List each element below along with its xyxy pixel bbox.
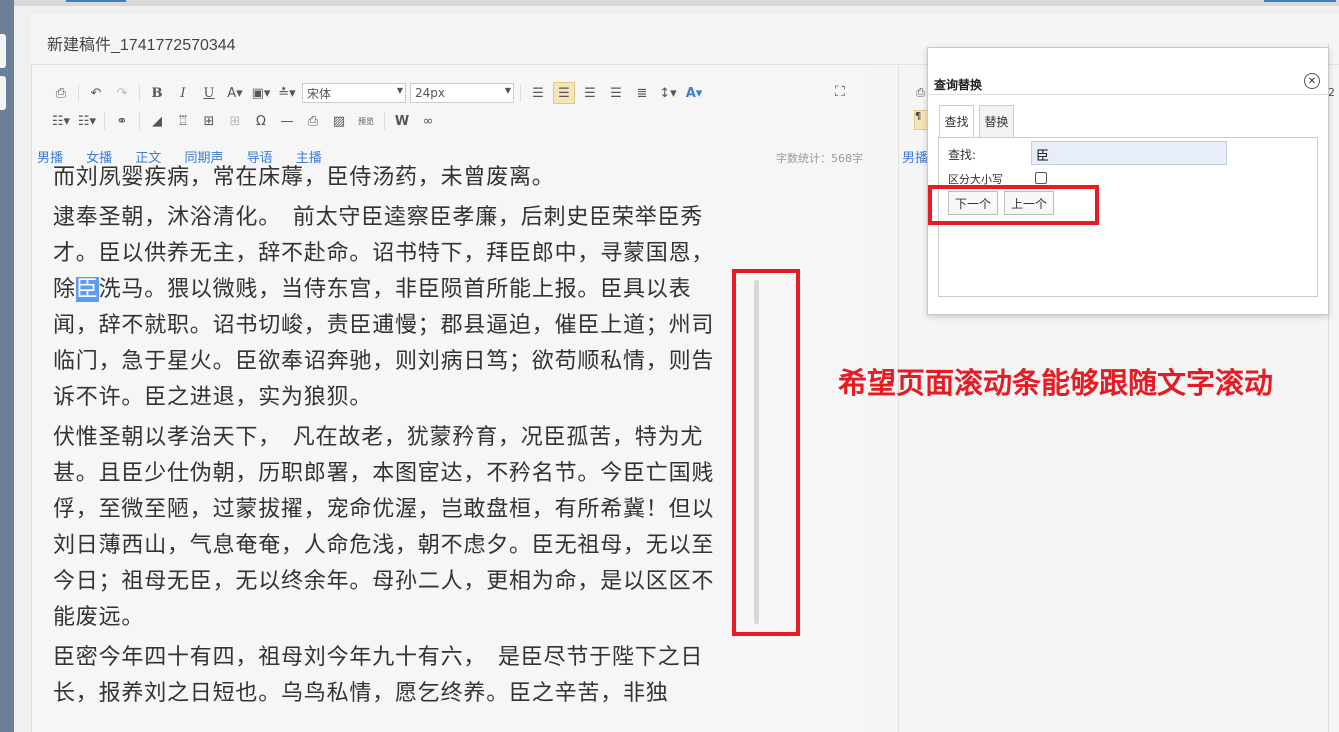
font-size-select[interactable]: 24px ▼: [410, 83, 514, 103]
font-family-value: 宋体: [307, 86, 332, 101]
annotation-frame-scrollbar: [732, 269, 800, 636]
justify-icon[interactable]: ≣: [631, 82, 653, 104]
font-family-select[interactable]: 宋体 ▼: [302, 83, 406, 103]
left-rail: [0, 0, 14, 732]
dialog-divider: [928, 94, 1328, 95]
line-height-icon[interactable]: ≛▾: [276, 82, 298, 104]
top-button-edge[interactable]: [66, 0, 126, 2]
paragraph: 而刘夙婴疾病，常在床蓐，臣侍汤药，未曾废离。: [53, 165, 555, 190]
table-icon[interactable]: ⊞: [198, 110, 220, 132]
rail-button[interactable]: [0, 76, 6, 110]
paragraph: 伏惟圣朝以孝治天下， 凡在故老，犹蒙矜育，况臣孤苦，特为尤甚。且臣少仕伪朝，历职…: [53, 425, 715, 630]
italic-icon[interactable]: I: [172, 82, 194, 104]
fullscreen-icon[interactable]: ⛶: [835, 84, 845, 100]
chevron-down-icon: ▼: [396, 86, 403, 95]
chevron-down-icon: ▼: [504, 86, 511, 95]
format-painter-icon[interactable]: ♖: [172, 110, 194, 132]
image-icon[interactable]: ▨: [328, 110, 350, 132]
font-size-value: 24px: [415, 86, 445, 100]
toolbar-separator: [139, 112, 140, 130]
unordered-list-icon[interactable]: ☷▾: [76, 110, 98, 132]
toolbar-separator: [520, 84, 521, 102]
toolbar-separator: [139, 84, 140, 102]
dialog-title: 查询替换: [934, 78, 983, 92]
find-input[interactable]: 臣: [1031, 141, 1227, 165]
rail-button[interactable]: [0, 34, 6, 68]
align-left-active-icon[interactable]: ☰: [553, 82, 575, 104]
binoculars-icon[interactable]: ∞: [417, 110, 439, 132]
tab-find[interactable]: 查找: [939, 105, 974, 137]
row-spacing-icon[interactable]: ↕▾: [657, 82, 679, 104]
link-icon[interactable]: ⚭: [111, 110, 133, 132]
paragraph-mark-icon[interactable]: ¶: [914, 110, 928, 130]
word-count: 字数统计：568字: [776, 152, 863, 165]
right-role-tab[interactable]: 男播: [902, 147, 928, 166]
background-color-icon[interactable]: ▣▾: [250, 82, 272, 104]
editor-content[interactable]: 而刘夙婴疾病，常在床蓐，臣侍汤药，未曾废离。 逮奉圣朝，沐浴清化。 前太守臣逵察…: [53, 164, 733, 732]
eraser-icon[interactable]: ◢: [146, 110, 168, 132]
paragraph: 臣密今年四十有四，祖母刘今年九十有六， 是臣尽节于陛下之日长，报养刘之日短也。乌…: [53, 645, 704, 706]
top-strip: [14, 0, 1339, 6]
omega-icon[interactable]: Ω: [250, 110, 272, 132]
undo-icon[interactable]: ↶: [85, 82, 107, 104]
toolbar-separator: [104, 112, 105, 130]
horizontal-rule-icon[interactable]: —: [276, 110, 298, 132]
tab-replace[interactable]: 替换: [979, 105, 1014, 137]
table-props-icon[interactable]: ⊞: [224, 110, 246, 132]
right-size-fragment: 2: [1328, 86, 1335, 99]
annotation-text: 希望页面滚动条能够跟随文字滚动: [838, 366, 1274, 400]
find-replace-dialog: 查询替换 ✕ 查找 替换 查找: 臣 区分大小写 下一个 上一个: [927, 47, 1329, 315]
align-center-icon[interactable]: ☰: [605, 82, 627, 104]
bold-icon[interactable]: B: [146, 82, 168, 104]
align-right-icon[interactable]: ☰: [579, 82, 601, 104]
toolbar-row-1: ⎙ ↶ ↷ B I U A▾ ▣▾ ≛▾ 宋体 ▼ 24px ▼ ☰ ☰ ☰ ☰ ≣…: [50, 81, 709, 105]
case-sensitive-checkbox[interactable]: [1035, 172, 1047, 184]
preview-button[interactable]: 预览: [354, 110, 378, 132]
redo-icon[interactable]: ↷: [111, 82, 133, 104]
underline-icon[interactable]: U: [198, 82, 220, 104]
annotation-frame-buttons: [928, 185, 1099, 225]
print-icon[interactable]: ⎙: [916, 86, 925, 100]
toolbar-separator: [384, 112, 385, 130]
find-label: 查找:: [948, 148, 977, 162]
top-button-edge[interactable]: [1264, 0, 1336, 2]
close-icon[interactable]: ✕: [1304, 73, 1320, 89]
toolbar-separator: [78, 84, 79, 102]
search-highlight: 臣: [75, 277, 99, 302]
align-left-icon[interactable]: ☰: [527, 82, 549, 104]
print-preview-icon[interactable]: ⎙: [302, 110, 324, 132]
print-icon[interactable]: ⎙: [50, 82, 72, 104]
toolbar-row-2: ☷▾ ☷▾ ⚭ ◢ ♖ ⊞ ⊞ Ω — ⎙ ▨ 预览 W ∞: [50, 109, 443, 133]
font-color-icon[interactable]: A▾: [224, 82, 246, 104]
paragraph: 逮奉圣朝，沐浴清化。 前太守臣逵察臣孝廉，后刺史臣荣举臣秀才。臣以供养无主，辞不…: [53, 200, 733, 416]
draft-title: 新建稿件_1741772570344: [47, 37, 236, 54]
paragraph-text: 洗马。猥以微贱，当侍东宫，非臣陨首所能上报。臣具以表闻，辞不就职。诏书切峻，责臣…: [53, 277, 715, 410]
text-style-icon[interactable]: A▾: [683, 82, 705, 104]
word-import-icon[interactable]: W: [391, 110, 413, 132]
ordered-list-icon[interactable]: ☷▾: [50, 110, 72, 132]
